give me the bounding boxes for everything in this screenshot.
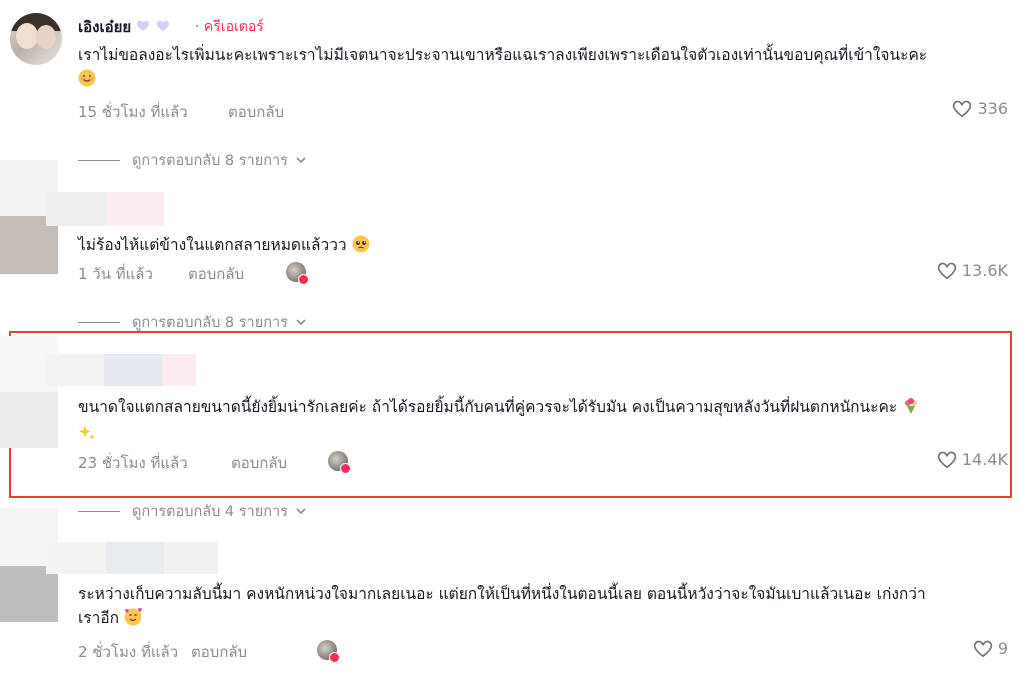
blurred-username [106,542,164,574]
blurred-avatar [0,566,58,622]
reply-button[interactable]: ตอบกลับ [228,100,284,124]
chevron-down-icon [296,157,306,164]
blurred-username [46,354,104,386]
reply-button[interactable]: ตอบกลับ [188,262,244,286]
creator-liked-badge-icon [329,652,340,663]
comment-text: ไม่ร้องไห้แต่ข้างในแตกสลายหมดแล้ววว [78,233,1008,260]
like-button[interactable]: 14.4K [936,449,1008,469]
like-count: 13.6K [961,260,1008,280]
view-replies-label: ดูการตอบกลับ 4 รายการ [132,504,288,520]
reply-button[interactable]: ตอบกลับ [191,640,247,664]
divider-line [78,322,120,323]
chevron-down-icon [296,319,306,326]
view-replies-button[interactable]: ดูการตอบกลับ 4 รายการ [78,500,306,523]
blurred-avatar [0,392,58,448]
like-button[interactable]: 13.6K [936,260,1008,280]
creator-liked-badge-icon [298,274,309,285]
view-replies-button[interactable]: ดูการตอบกลับ 8 รายการ [78,149,306,172]
blurred-username [46,542,106,574]
like-count: 14.4K [961,449,1008,469]
like-count: 336 [977,98,1008,118]
creator-liked-badge-icon [340,463,351,474]
creator-avatar-icon [328,451,351,474]
heart-icon [953,100,972,118]
creator-avatar-icon [286,262,309,285]
lavender-heart-icon [137,20,150,31]
lavender-heart-icon [156,20,169,31]
blurred-username [104,354,162,386]
heart-icon [937,451,957,469]
heart-icon [973,640,993,658]
pleading-face-emoji-icon [352,235,370,260]
like-count: 9 [997,638,1008,658]
like-button[interactable]: 336 [951,98,1008,118]
comment-text: ขนาดใจแตกสลายขนาดนี้ยังยิ้มน่ารักเลยค่ะ … [78,395,1008,449]
comment-text: เราไม่ขอลงอะไรเพิ่มนะคะเพราะเราไม่มีเจตน… [78,43,1008,94]
user-avatar[interactable] [10,13,62,65]
view-replies-label: ดูการตอบกลับ 8 รายการ [132,153,288,169]
smiling-face-with-hearts-emoji-icon [124,607,142,633]
smile-emoji-icon [78,69,96,94]
blurred-username [106,192,164,226]
reply-button[interactable]: ตอบกลับ [231,451,287,475]
comment-timestamp: 15 ชั่วโมง ที่แล้ว [78,103,188,121]
comment-text: ระหว่างเก็บความลับนี้มา คงหนักหน่วงใจมาก… [78,582,1008,633]
bouquet-emoji-icon [902,397,920,422]
comment-timestamp: 23 ชั่วโมง ที่แล้ว [78,454,188,472]
creator-badge: · ครีเอเตอร์ [195,19,264,35]
blurred-username [46,192,106,226]
comment-username[interactable]: เอิงเอ๋ยย [78,15,170,39]
divider-line [78,160,120,161]
creator-avatar-icon [317,640,340,663]
comment-timestamp: 2 ชั่วโมง ที่แล้ว [78,643,179,661]
blurred-username [164,542,218,574]
heart-icon [937,262,957,280]
divider-line [78,511,120,512]
comment-timestamp: 1 วัน ที่แล้ว [78,265,153,283]
sparkles-emoji-icon [78,424,96,449]
like-button[interactable]: 9 [972,638,1008,658]
blurred-username [162,354,196,386]
chevron-down-icon [296,508,306,515]
